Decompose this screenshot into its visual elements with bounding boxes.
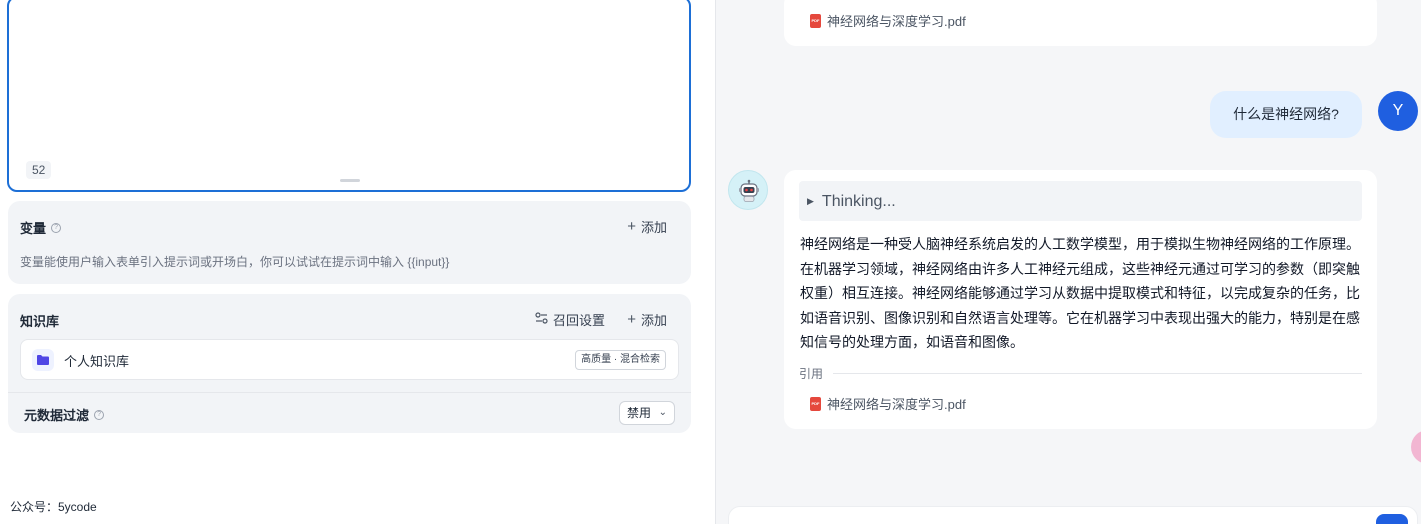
plus-icon: + — [627, 218, 636, 235]
footer-note: 公众号：5ycode — [10, 500, 97, 514]
metadata-filter-header: 元数据过滤 ? — [24, 405, 105, 424]
help-icon[interactable]: ? — [51, 222, 62, 233]
citation-file-name: 神经网络与深度学习.pdf — [827, 14, 966, 29]
knowledge-header: 知识库 — [20, 311, 59, 330]
app-root: 52 变量 ? + 添加 变量能使用户输入表单引入提示词或开场白，你可以试试在提… — [0, 0, 1421, 524]
settings-sliders-icon — [535, 312, 548, 327]
chevron-down-icon: ⌄ — [658, 407, 667, 418]
citation-label: 引用 — [799, 366, 824, 381]
prompt-editor[interactable]: 52 — [7, 0, 691, 192]
recall-settings-label: 召回设置 — [553, 313, 606, 328]
retrieval-mode-badge: 高质量 · 混合检索 — [575, 350, 666, 370]
knowledge-title: 知识库 — [20, 314, 60, 329]
resize-handle[interactable] — [340, 179, 360, 182]
knowledge-item-name: 个人知识库 — [64, 354, 130, 369]
knowledge-section: 知识库 召回设置 + 添加 个人知识库 高质量 · 混合检索 元数据过滤 ? 禁… — [8, 294, 691, 433]
config-panel: 52 变量 ? + 添加 变量能使用户输入表单引入提示词或开场白，你可以试试在提… — [0, 0, 715, 524]
knowledge-item[interactable]: 个人知识库 高质量 · 混合检索 — [20, 339, 679, 380]
pdf-file-icon — [810, 13, 821, 28]
assistant-answer-text: 神经网络是一种受人脑神经系统启发的人工数学模型，用于模拟生物神经网络的工作原理。… — [800, 236, 1360, 350]
folder-icon — [32, 349, 54, 371]
char-count-badge: 52 — [26, 161, 52, 179]
add-variable-button[interactable]: + 添加 — [627, 217, 667, 236]
variables-description: 变量能使用户输入表单引入提示词或开场白，你可以试试在提示词中输入 {{input… — [20, 255, 450, 269]
recall-settings-button[interactable]: 召回设置 — [535, 310, 605, 329]
previous-answer-card: 神经网络与深度学习.pdf — [784, 0, 1377, 46]
plus-icon: + — [627, 311, 636, 328]
assistant-answer-card: ▶ Thinking... 神经网络是一种受人脑神经系统启发的人工数学模型，用于模… — [784, 170, 1377, 429]
send-button[interactable] — [1376, 514, 1408, 524]
add-knowledge-label: 添加 — [640, 313, 667, 328]
divider — [833, 372, 1362, 374]
citation-file-name: 神经网络与深度学习.pdf — [827, 397, 966, 412]
floating-action-button[interactable] — [1411, 430, 1421, 464]
metadata-filter-title: 元数据过滤 — [24, 408, 90, 423]
thinking-toggle[interactable]: ▶ Thinking... — [799, 181, 1362, 221]
thinking-label: Thinking... — [821, 193, 896, 210]
caret-right-icon: ▶ — [807, 196, 814, 206]
add-variable-label: 添加 — [640, 220, 667, 235]
add-knowledge-button[interactable]: + 添加 — [627, 310, 667, 329]
citation-file-link[interactable]: 神经网络与深度学习.pdf — [810, 394, 966, 413]
metadata-filter-value: 禁用 — [627, 406, 652, 420]
variables-section: 变量 ? + 添加 变量能使用户输入表单引入提示词或开场白，你可以试试在提示词中… — [8, 201, 691, 284]
pdf-file-icon — [810, 396, 821, 411]
divider — [8, 392, 691, 393]
chat-input[interactable] — [728, 506, 1418, 524]
variables-header: 变量 ? — [20, 218, 62, 237]
robot-icon — [728, 170, 768, 210]
user-message: 什么是神经网络? — [1210, 91, 1362, 138]
user-avatar: Y — [1378, 91, 1418, 131]
citation-header: 引用 — [799, 365, 1362, 381]
metadata-filter-select[interactable]: 禁用 ⌄ — [619, 401, 675, 425]
help-icon[interactable]: ? — [94, 409, 105, 420]
citation-file-link[interactable]: 神经网络与深度学习.pdf — [810, 11, 966, 30]
chat-panel: 神经网络与深度学习.pdf 什么是神经网络? Y ▶Thinking... 神 — [716, 0, 1421, 524]
variables-title: 变量 — [20, 221, 47, 236]
